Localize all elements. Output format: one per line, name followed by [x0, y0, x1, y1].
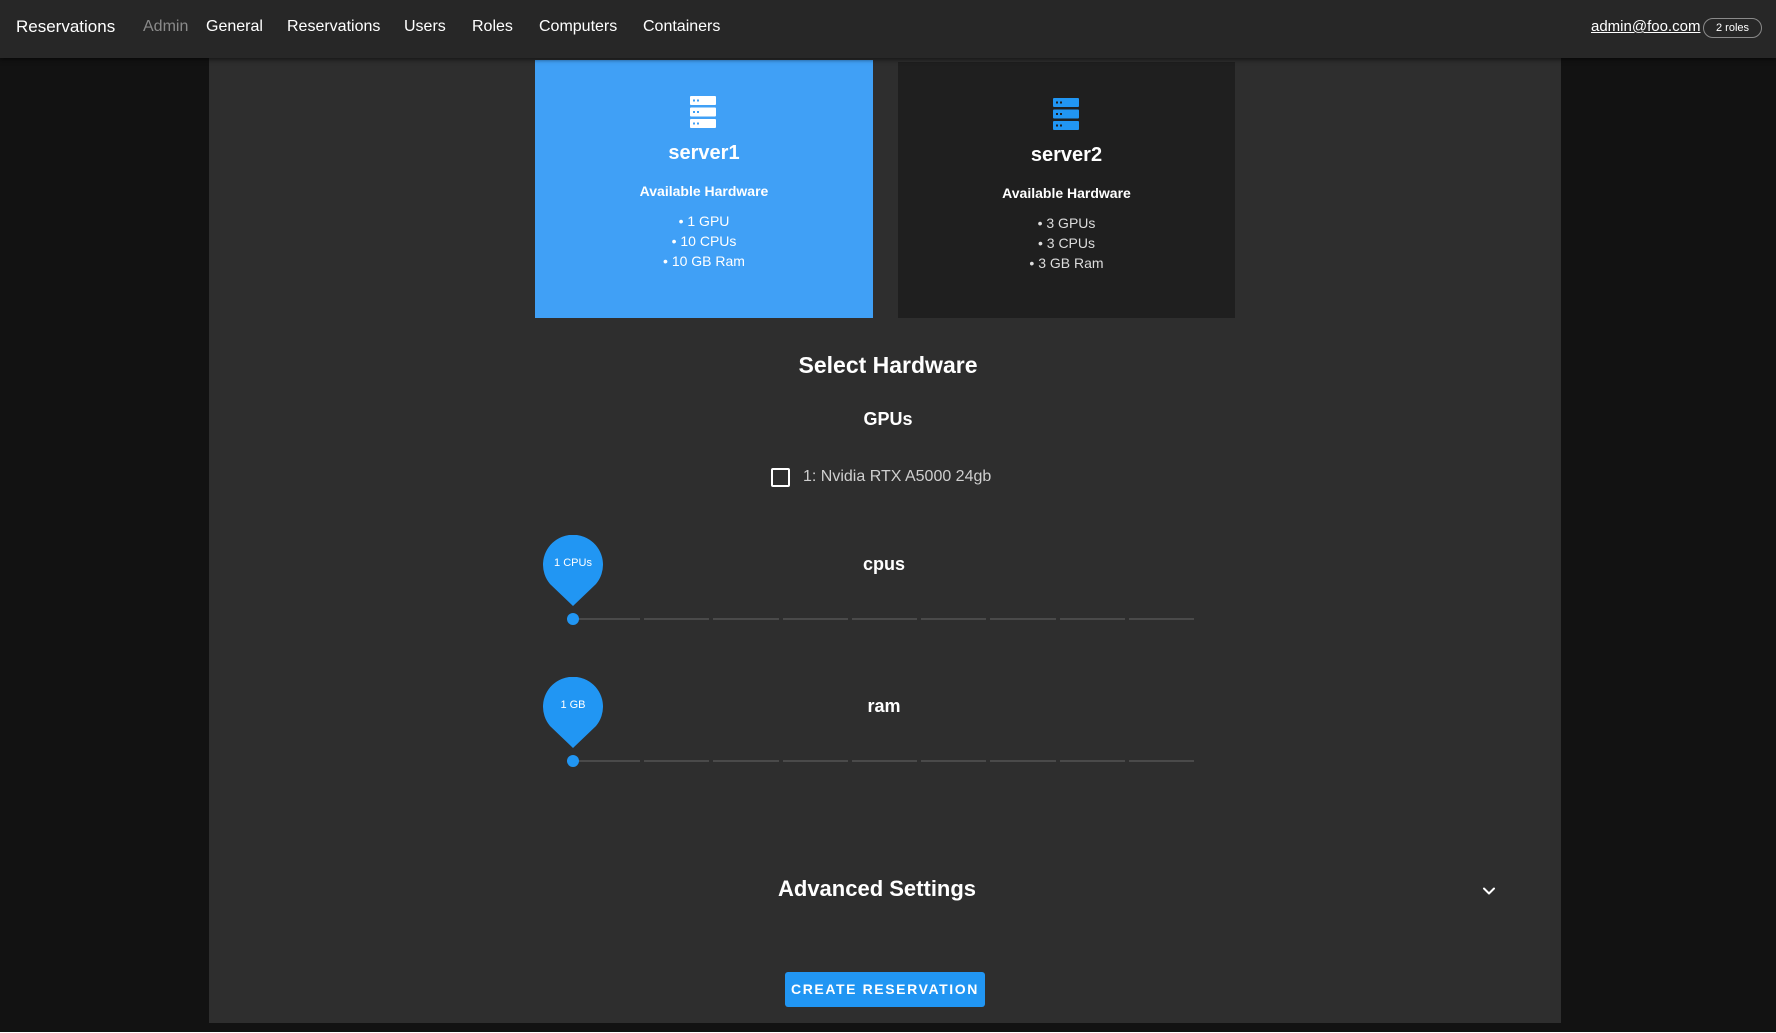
ram-slider-thumb[interactable] [567, 755, 579, 767]
server-icon [690, 96, 716, 128]
spec-gpu: • 3 GPUs [1037, 215, 1096, 231]
roles-badge[interactable]: 2 roles [1703, 18, 1763, 38]
nav-general[interactable]: General [206, 18, 263, 36]
spec-ram: • 10 GB Ram [663, 253, 745, 269]
ram-value-text: 1 GB [560, 699, 586, 711]
section-label-admin: Admin [143, 18, 189, 35]
cpus-value-text: 1 CPUs [554, 557, 592, 569]
available-hardware-title: Available Hardware [639, 183, 769, 199]
spec-cpu: • 3 CPUs [1037, 235, 1096, 251]
slider-step-segment [990, 760, 1056, 762]
slider-step-segment [713, 760, 779, 762]
advanced-settings-toggle[interactable]: Advanced Settings [778, 876, 976, 902]
available-hardware-title: Available Hardware [1002, 185, 1131, 201]
gpu-option-label: 1: Nvidia RTX A5000 24gb [803, 468, 992, 485]
slider-step-segment [851, 618, 918, 620]
ram-slider-track[interactable] [573, 760, 1196, 762]
spec-ram: • 3 GB Ram [1029, 255, 1104, 271]
cpus-slider-thumb[interactable] [567, 613, 579, 625]
slider-step-segment [782, 760, 848, 762]
slider-step-segment [644, 618, 710, 620]
gpu-option-row[interactable]: 1: Nvidia RTX A5000 24gb [771, 466, 991, 488]
select-hardware-title: Select Hardware [798, 352, 978, 378]
slider-step-segment [990, 618, 1056, 620]
bubble-shape [543, 677, 603, 748]
slider-step-segment [851, 760, 918, 762]
chevron-down-icon[interactable] [1480, 882, 1498, 900]
bubble-shape [543, 535, 603, 606]
cpus-value-bubble: 1 CPUs [543, 535, 603, 607]
user-account-link[interactable]: admin@foo.com [1591, 18, 1700, 35]
slider-step-segment [1128, 760, 1194, 762]
computer-name: server1 [668, 142, 740, 164]
slider-step-segment [1059, 618, 1125, 620]
spec-cpu: • 10 CPUs [671, 233, 737, 249]
cpus-slider-track[interactable] [573, 618, 1196, 620]
nav-roles[interactable]: Roles [472, 18, 513, 36]
app-title[interactable]: Reservations [16, 17, 115, 37]
gpus-title: GPUs [863, 409, 913, 429]
spec-gpu: • 1 GPU [678, 213, 730, 229]
top-app-bar: Reservations Admin General Reservations … [0, 0, 1776, 58]
ram-value-bubble: 1 GB [543, 677, 603, 749]
slider-step-segment [921, 618, 987, 620]
slider-step-segment [575, 618, 641, 620]
computer-card-server2[interactable]: server2 Available Hardware • 3 GPUs • 3 … [898, 62, 1235, 318]
cpus-slider-label: cpus [862, 554, 905, 574]
nav-reservations[interactable]: Reservations [287, 18, 380, 36]
server-icon [1053, 98, 1079, 130]
hardware-spec-list: • 3 GPUs • 3 CPUs • 3 GB Ram [898, 213, 1235, 273]
slider-step-segment [713, 618, 779, 620]
slider-step-segment [644, 760, 710, 762]
slider-step-segment [782, 618, 848, 620]
create-reservation-button[interactable]: CREATE RESERVATION [785, 972, 985, 1007]
computer-name: server2 [1030, 144, 1103, 166]
nav-computers[interactable]: Computers [539, 18, 617, 36]
slider-step-segment [575, 760, 641, 762]
computer-card-server1[interactable]: server1 Available Hardware • 1 GPU • 10 … [535, 60, 873, 318]
slider-step-segment [1059, 760, 1125, 762]
hardware-spec-list: • 1 GPU • 10 CPUs • 10 GB Ram [535, 211, 873, 271]
nav-users[interactable]: Users [404, 18, 446, 36]
gpu-checkbox[interactable] [771, 467, 790, 487]
ram-slider-label: ram [867, 696, 901, 716]
slider-step-segment [1128, 618, 1194, 620]
nav-containers[interactable]: Containers [643, 18, 720, 36]
slider-step-segment [921, 760, 987, 762]
